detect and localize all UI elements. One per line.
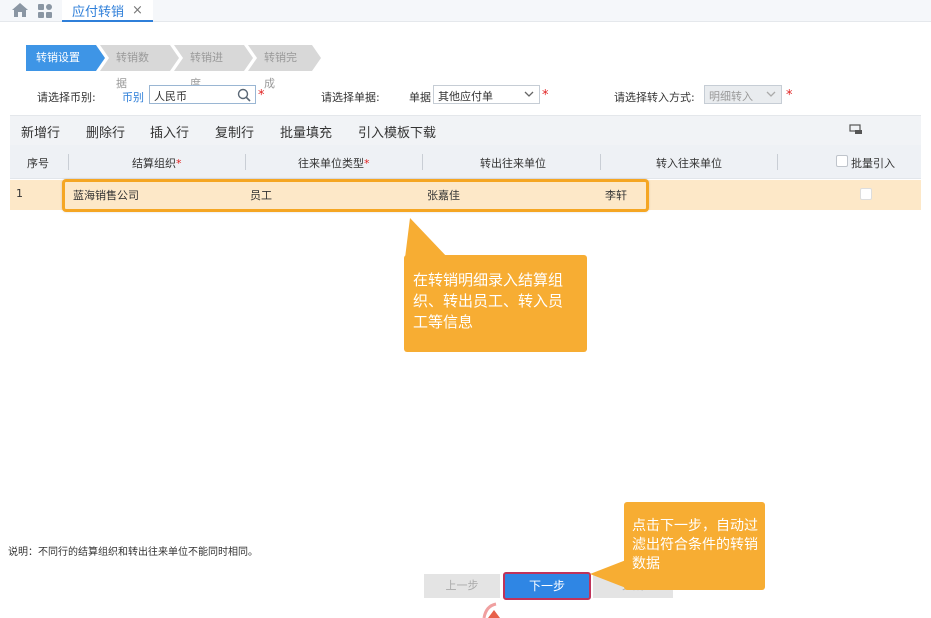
- home-icon[interactable]: [11, 2, 29, 18]
- tab-ap-transfer[interactable]: 应付转销 ×: [62, 0, 153, 22]
- apps-icon[interactable]: [37, 3, 53, 19]
- header-unit-type: 往来单位类型*: [298, 157, 370, 170]
- cell-index: 1: [16, 187, 23, 200]
- table-toolbar: 新增行 删除行 插入行 复制行 批量填充 引入模板下载: [10, 115, 921, 145]
- tab-label: 应付转销: [72, 4, 125, 20]
- currency-input[interactable]: 人民币: [149, 85, 256, 104]
- column-divider[interactable]: [777, 154, 778, 170]
- column-divider[interactable]: [422, 154, 423, 170]
- filter-row: 请选择币别: 币别 人民币 * 请选择单据: 单据 其他应付单 * 请选择转入方…: [0, 85, 931, 107]
- note-text: 说明：不同行的结算组织和转出往来单位不能同时相同。: [8, 547, 258, 558]
- close-icon[interactable]: ×: [132, 3, 143, 18]
- search-icon[interactable]: [237, 88, 251, 102]
- step-complete: 转销完成: [248, 45, 321, 90]
- row-highlight-frame: [62, 179, 649, 212]
- step-data: 转销数据: [100, 45, 179, 90]
- callout-pointer: [590, 560, 626, 588]
- delete-row-button[interactable]: 删除行: [86, 122, 125, 141]
- currency-label: 币别: [122, 91, 144, 104]
- top-tab-bar: 应付转销 ×: [0, 0, 931, 22]
- transfer-mode-select[interactable]: 明细转入: [704, 85, 782, 104]
- column-divider[interactable]: [68, 154, 69, 170]
- step-indicator: 转销设置 转销数据 转销进度 转销完成: [26, 45, 321, 90]
- table-header: 序号 结算组织* 往来单位类型* 转出往来单位 转入往来单位 批量引入: [10, 145, 921, 179]
- doc-select[interactable]: 其他应付单: [433, 85, 540, 104]
- add-row-button[interactable]: 新增行: [21, 122, 60, 141]
- row-batch-checkbox[interactable]: [860, 188, 872, 200]
- column-settings-icon[interactable]: [849, 124, 863, 136]
- step-progress: 转销进度: [174, 45, 253, 90]
- prev-step-button[interactable]: 上一步: [424, 574, 500, 598]
- required-mark: *: [258, 88, 265, 103]
- template-download-button[interactable]: 引入模板下载: [358, 122, 436, 141]
- doc-label: 单据: [409, 91, 431, 104]
- header-batch-import: 批量引入: [851, 157, 895, 170]
- page: 应付转销 × 转销设置 转销数据 转销进度 转销完成 请选择币别: 币别 人民币…: [0, 0, 931, 618]
- required-mark: *: [542, 88, 549, 103]
- chevron-down-icon: [524, 91, 534, 97]
- next-step-button[interactable]: 下一步: [503, 572, 591, 600]
- required-mark: *: [786, 88, 793, 103]
- callout-pointer: [405, 218, 448, 258]
- column-divider[interactable]: [245, 154, 246, 170]
- header-index: 序号: [27, 157, 49, 170]
- header-out-unit: 转出往来单位: [480, 157, 546, 170]
- transfer-mode-value: 明细转入: [709, 90, 753, 103]
- doc-prompt: 请选择单据:: [321, 91, 380, 104]
- doc-value: 其他应付单: [438, 90, 493, 103]
- batch-fill-button[interactable]: 批量填充: [280, 122, 332, 141]
- insert-row-button[interactable]: 插入行: [150, 122, 189, 141]
- header-org: 结算组织*: [132, 157, 182, 170]
- chevron-down-icon: [766, 91, 776, 97]
- currency-prompt: 请选择币别:: [37, 91, 96, 104]
- currency-value: 人民币: [154, 90, 187, 103]
- batch-import-checkbox[interactable]: [836, 155, 848, 167]
- callout-next-step: 点击下一步，自动过滤出符合条件的转销数据: [624, 502, 765, 590]
- click-indicator-icon: [482, 602, 500, 618]
- step-settings: 转销设置: [26, 45, 105, 71]
- transfer-prompt: 请选择转入方式:: [614, 91, 695, 104]
- column-divider[interactable]: [600, 154, 601, 170]
- copy-row-button[interactable]: 复制行: [215, 122, 254, 141]
- header-in-unit: 转入往来单位: [656, 157, 722, 170]
- callout-detail-entry: 在转销明细录入结算组织、转出员工、转入员工等信息: [404, 255, 587, 352]
